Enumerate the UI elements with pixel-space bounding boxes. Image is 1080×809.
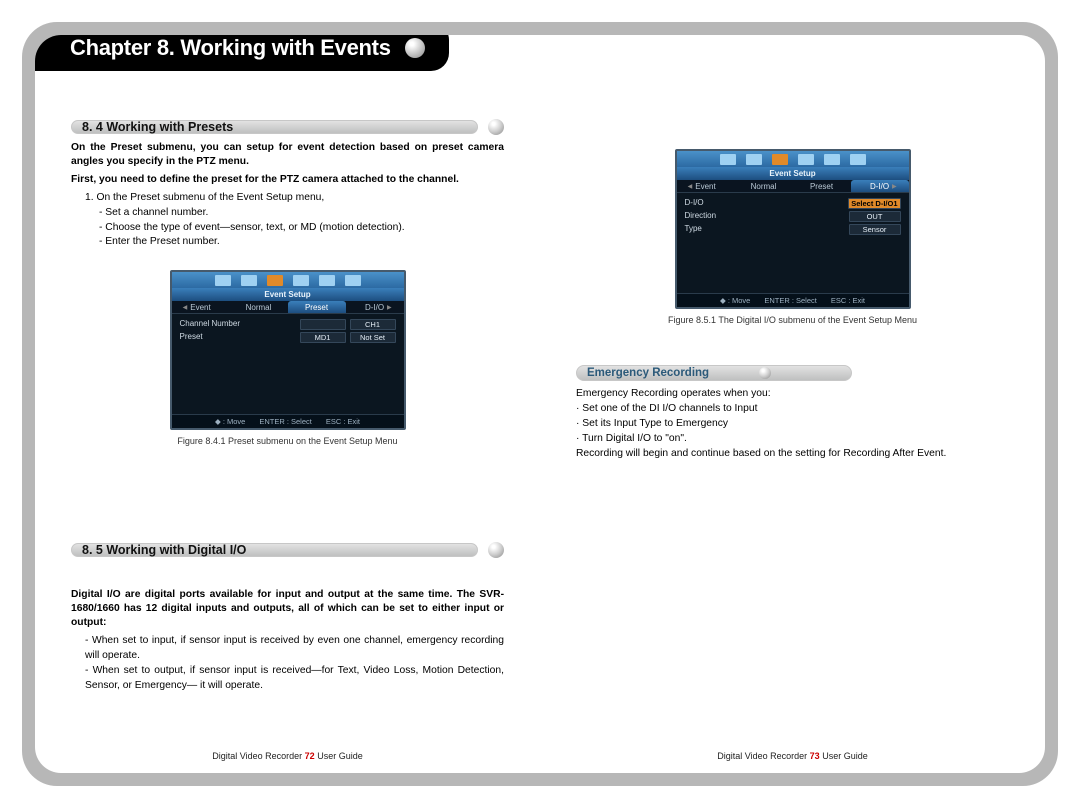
footer-left: Digital Video Recorder 72 User Guide <box>35 751 540 761</box>
section-title: 8. 5 Working with Digital I/O <box>82 543 246 557</box>
dvr-tab-event: Event <box>172 301 230 313</box>
row-preset-label: Preset <box>180 332 296 343</box>
figure-preset: Event Setup Event Normal Preset D-I/O Ch… <box>71 270 504 446</box>
dvr-footer: ◆ : Move ENTER : Select ESC : Exit <box>172 414 404 428</box>
er-bullet-2: · Set its Input Type to Emergency <box>576 417 1009 432</box>
dvr-tab-preset: Preset <box>288 301 346 313</box>
section-ball-icon <box>488 542 504 558</box>
subheading-ball-icon <box>759 367 771 379</box>
step-1b: - Choose the type of event—sensor, text,… <box>99 221 504 236</box>
right-page: Event Setup Event Normal Preset D-I/O D-… <box>540 35 1045 773</box>
page-frame: Chapter 8. Working with Events 8. 4 Work… <box>22 22 1058 786</box>
dvr-dio-window: Event Setup Event Normal Preset D-I/O D-… <box>675 149 911 309</box>
dvr-footer: ◆ : Move ENTER : Select ESC : Exit <box>677 293 909 307</box>
step-1a: - Set a channel number. <box>99 206 504 221</box>
dvr-title: Event Setup <box>172 288 404 301</box>
left-page: 8. 4 Working with Presets On the Preset … <box>35 35 540 773</box>
dvr-tab-normal: Normal <box>735 180 793 192</box>
er-intro: Emergency Recording operates when you: <box>576 387 1009 402</box>
dvr-title: Event Setup <box>677 167 909 180</box>
dvr-iconbar <box>172 272 404 288</box>
dvr-tab-dio: D-I/O <box>346 301 404 313</box>
dvr-tab-preset: Preset <box>793 180 851 192</box>
section-heading-dio: 8. 5 Working with Digital I/O <box>71 542 504 558</box>
dvr-tab-dio: D-I/O <box>851 180 909 192</box>
dvr-tabs: Event Normal Preset D-I/O <box>172 301 404 314</box>
dvr-preset-window: Event Setup Event Normal Preset D-I/O Ch… <box>170 270 406 430</box>
er-closing: Recording will begin and continue based … <box>576 447 1009 462</box>
section-title: 8. 4 Working with Presets <box>82 120 233 134</box>
presets-intro-1: On the Preset submenu, you can setup for… <box>71 141 504 169</box>
subheading-emergency: Emergency Recording <box>576 365 852 381</box>
er-bullet-1: · Set one of the DI I/O channels to Inpu… <box>576 402 1009 417</box>
page-content: Chapter 8. Working with Events 8. 4 Work… <box>35 35 1045 773</box>
dvr-tab-normal: Normal <box>230 301 288 313</box>
dio-intro: Digital I/O are digital ports available … <box>71 588 504 630</box>
dvr-iconbar <box>677 151 909 167</box>
row-channel-label: Channel Number <box>180 319 296 330</box>
section-ball-icon <box>488 119 504 135</box>
step-1c: - Enter the Preset number. <box>99 235 504 250</box>
dvr-tabs: Event Normal Preset D-I/O <box>677 180 909 193</box>
presets-intro-2: First, you need to define the preset for… <box>71 173 504 187</box>
dvr-tab-event: Event <box>677 180 735 192</box>
dio-bullet-1: - When set to input, if sensor input is … <box>85 634 504 664</box>
section-heading-presets: 8. 4 Working with Presets <box>71 119 504 135</box>
footer-right: Digital Video Recorder 73 User Guide <box>540 751 1045 761</box>
figure-caption-841: Figure 8.4.1 Preset submenu on the Event… <box>177 436 397 446</box>
step-1: 1. On the Preset submenu of the Event Se… <box>85 191 504 206</box>
dio-bullet-2: - When set to output, if sensor input is… <box>85 664 504 694</box>
figure-dio: Event Setup Event Normal Preset D-I/O D-… <box>576 149 1009 325</box>
er-bullet-3: · Turn Digital I/O to "on". <box>576 432 1009 447</box>
figure-caption-851: Figure 8.5.1 The Digital I/O submenu of … <box>668 315 917 325</box>
